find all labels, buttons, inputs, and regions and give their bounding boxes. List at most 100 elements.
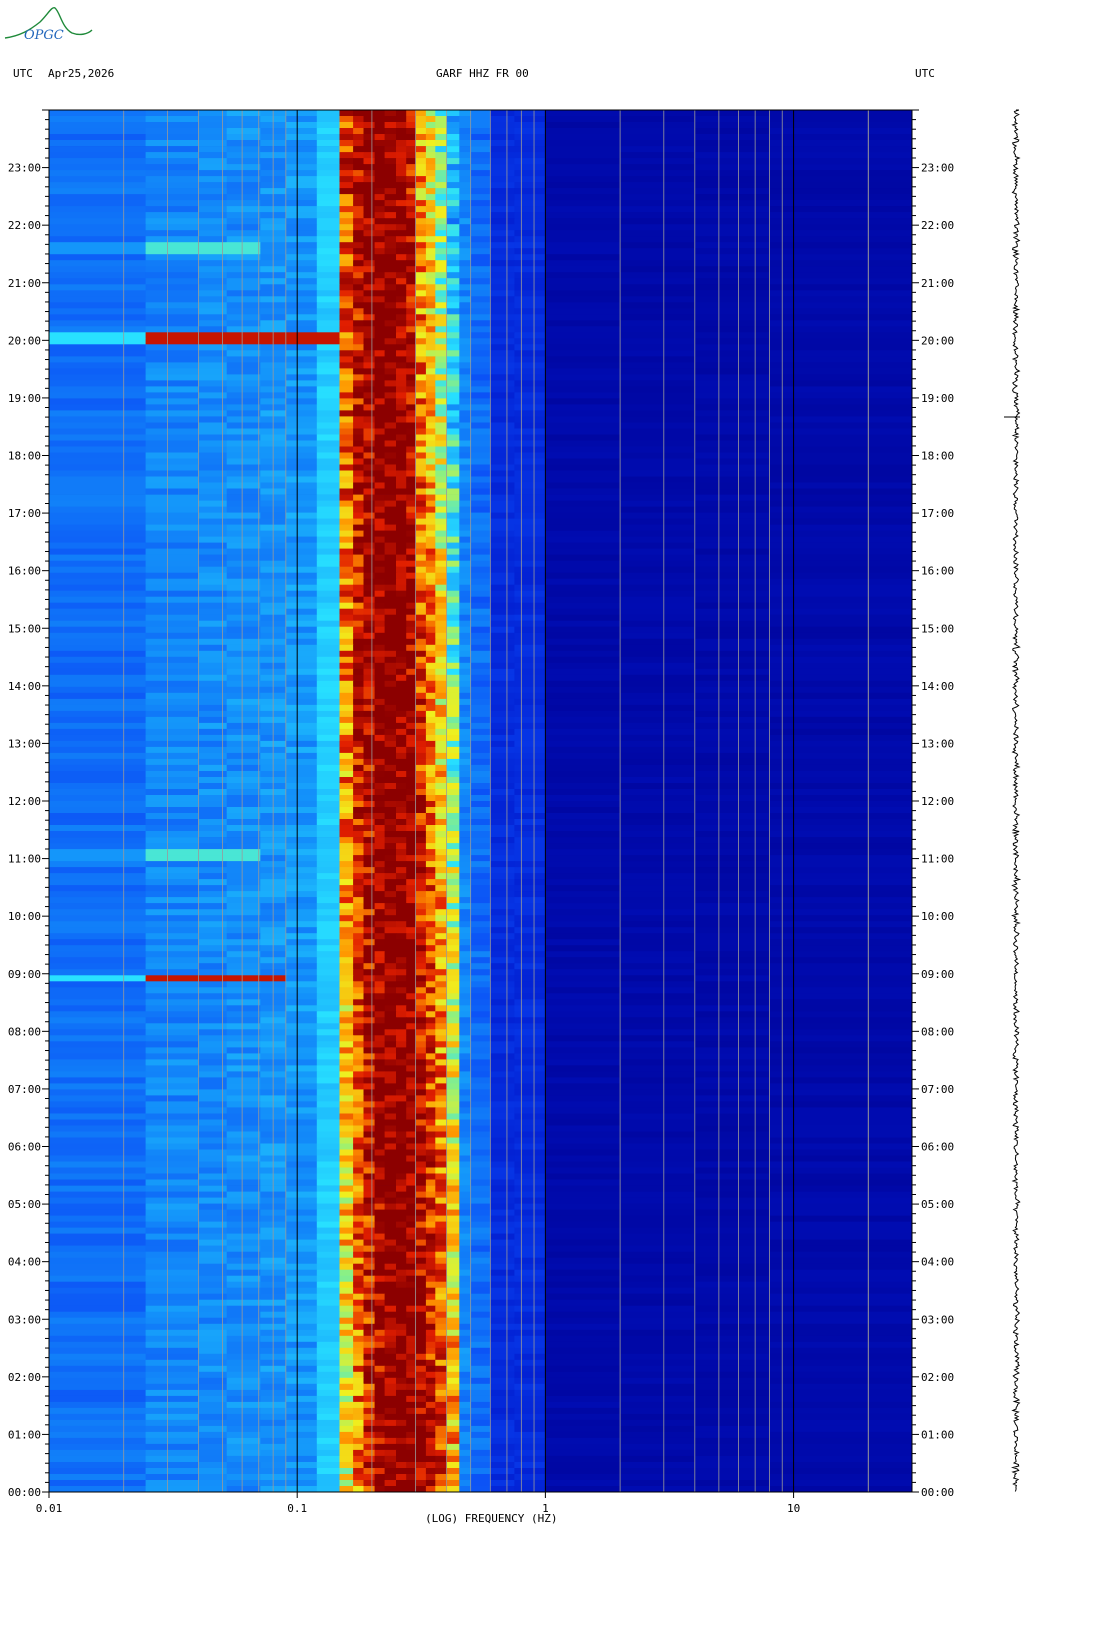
heatmap-cell xyxy=(384,572,397,580)
heatmap-row xyxy=(49,1185,913,1192)
heatmap-cell xyxy=(459,897,472,904)
heatmap-cell xyxy=(459,140,472,147)
heatmap-cell xyxy=(316,939,340,946)
heatmap-cell xyxy=(406,224,417,231)
heatmap-cell xyxy=(285,855,318,862)
heatmap-cell xyxy=(620,1161,696,1168)
heatmap-cell xyxy=(374,668,386,676)
heatmap-cell xyxy=(545,506,621,513)
heatmap-cell xyxy=(374,716,386,724)
heatmap-cell xyxy=(459,602,472,610)
heatmap-cell xyxy=(226,434,261,441)
heatmap-cell xyxy=(545,867,621,874)
heatmap-cell xyxy=(145,903,199,910)
heatmap-cell xyxy=(425,452,436,459)
heatmap-cell xyxy=(769,350,913,357)
heatmap-cell xyxy=(384,1119,397,1126)
heatmap-cell xyxy=(396,632,407,640)
heatmap-cell xyxy=(374,194,386,201)
heatmap-row xyxy=(49,260,913,267)
heatmap-cell xyxy=(459,176,472,183)
heatmap-cell xyxy=(514,1095,546,1102)
heatmap-cell xyxy=(446,440,460,447)
heatmap-cell xyxy=(769,416,913,423)
heatmap-cell xyxy=(384,578,397,586)
heatmap-row xyxy=(49,272,913,279)
heatmap-cell xyxy=(514,813,546,820)
heatmap-cell xyxy=(285,837,318,844)
heatmap-cell xyxy=(49,891,147,898)
heatmap-cell xyxy=(514,422,546,429)
heatmap-cell xyxy=(363,338,376,345)
heatmap-cell xyxy=(446,957,460,964)
heatmap-cell xyxy=(514,855,546,862)
heatmap-cell xyxy=(545,368,621,375)
heatmap-cell xyxy=(396,158,407,165)
heatmap-cell xyxy=(363,134,376,141)
heatmap-cell xyxy=(425,1161,436,1168)
heatmap-cell xyxy=(406,536,417,543)
heatmap-cell xyxy=(145,879,199,886)
heatmap-cell xyxy=(545,560,621,568)
heatmap-cell xyxy=(353,476,364,483)
heatmap-cell xyxy=(339,819,354,826)
heatmap-cell xyxy=(459,152,472,159)
heatmap-cell xyxy=(339,260,354,267)
heatmap-cell xyxy=(316,560,340,568)
heatmap-cell xyxy=(514,674,546,682)
heatmap-cell xyxy=(545,638,621,646)
heatmap-cell xyxy=(694,1053,770,1060)
heatmap-cell xyxy=(285,656,318,664)
heatmap-cell xyxy=(425,122,436,129)
heatmap-cell xyxy=(396,428,407,435)
heatmap-cell xyxy=(514,212,546,219)
heatmap-cell xyxy=(514,536,546,543)
heatmap-cell xyxy=(145,1209,199,1216)
heatmap-row xyxy=(49,752,913,760)
heatmap-cell xyxy=(425,957,436,964)
heatmap-cell xyxy=(490,981,515,988)
heatmap-cell xyxy=(49,626,147,634)
heatmap-cell xyxy=(425,632,436,640)
heatmap-cell xyxy=(384,650,397,658)
heatmap-cell xyxy=(384,1155,397,1162)
heatmap-cell xyxy=(514,632,546,640)
heatmap-cell xyxy=(470,122,491,129)
heatmap-cell xyxy=(769,873,913,880)
heatmap-cell xyxy=(226,428,261,435)
heatmap-cell xyxy=(353,933,364,940)
heatmap-cell xyxy=(339,957,354,964)
heatmap-cell xyxy=(406,819,417,826)
heatmap-cell xyxy=(620,692,696,700)
heatmap-cell xyxy=(490,602,515,610)
heatmap-cell xyxy=(459,302,472,309)
heatmap-cell xyxy=(425,308,436,315)
heatmap-cell xyxy=(353,422,364,429)
heatmap-cell xyxy=(49,903,147,910)
heatmap-cell xyxy=(145,1143,199,1150)
heatmap-cell xyxy=(446,392,460,399)
heatmap-cell xyxy=(514,698,546,706)
heatmap-cell xyxy=(353,951,364,958)
heatmap-cell xyxy=(49,849,147,856)
heatmap-cell xyxy=(470,1065,491,1072)
heatmap-cell xyxy=(374,632,386,640)
heatmap-cell xyxy=(339,398,354,405)
heatmap-cell xyxy=(49,1101,147,1108)
heatmap-row xyxy=(49,795,913,802)
heatmap-cell xyxy=(470,140,491,147)
heatmap-cell xyxy=(374,861,386,868)
heatmap-cell xyxy=(769,668,913,676)
heatmap-cell xyxy=(425,1173,436,1180)
heatmap-cell xyxy=(406,831,417,838)
heatmap-cell xyxy=(226,807,261,814)
heatmap-cell xyxy=(353,176,364,183)
heatmap-cell xyxy=(490,1035,515,1042)
heatmap-cell xyxy=(339,386,354,393)
heatmap-cell xyxy=(694,662,770,670)
heatmap-cell xyxy=(363,476,376,483)
heatmap-cell xyxy=(226,632,261,640)
heatmap-cell xyxy=(769,879,913,886)
heatmap-cell xyxy=(694,506,770,513)
heatmap-cell xyxy=(374,1065,386,1072)
